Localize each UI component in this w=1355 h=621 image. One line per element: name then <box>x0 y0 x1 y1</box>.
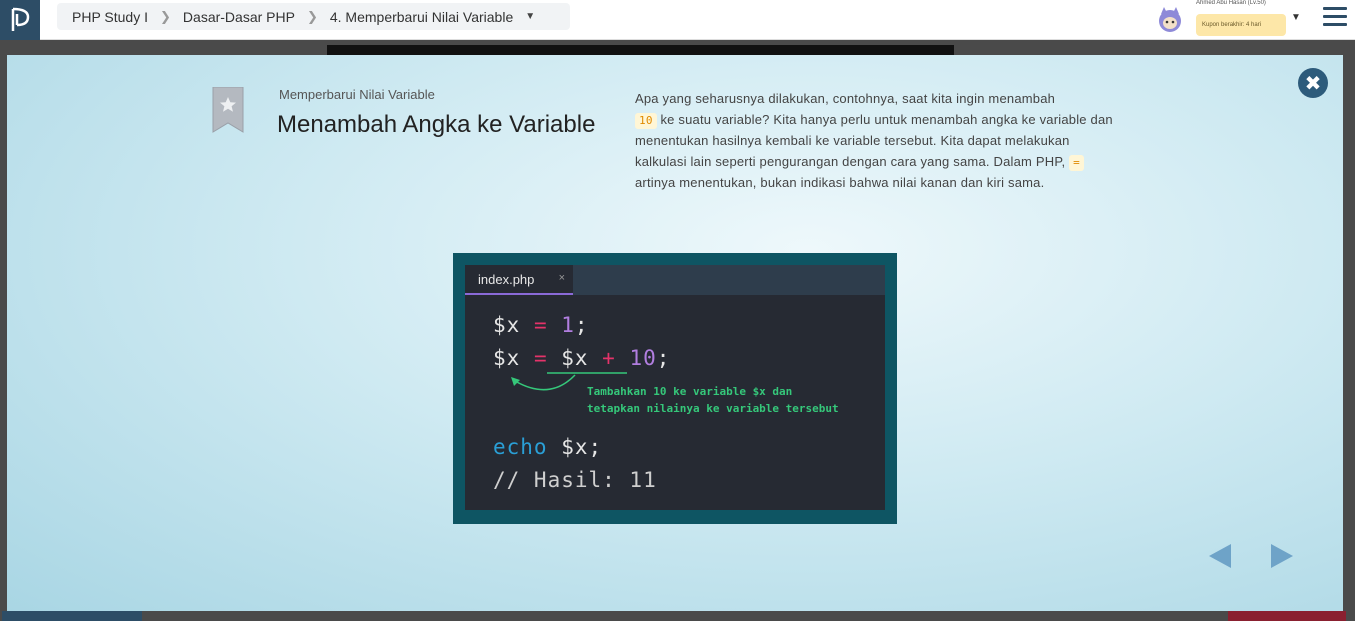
bookmark-star-icon <box>212 87 244 133</box>
arrow-right-icon[interactable] <box>1269 543 1295 569</box>
code-chip: 10 <box>635 113 657 129</box>
chevron-right-icon: ❯ <box>306 8 318 24</box>
breadcrumb-course[interactable]: PHP Study I <box>72 9 148 25</box>
code-num: 1 <box>561 313 575 337</box>
background-panel-left <box>2 611 142 621</box>
user-name: Ahmed Abu Hasan (Lv.50) <box>1196 0 1266 6</box>
code-var: $x <box>561 346 589 370</box>
code-figure: index.php × $x = 1; $x = $x + 10; Tambah… <box>453 253 897 524</box>
code-chip: = <box>1069 155 1084 171</box>
code-end: ; <box>574 313 589 337</box>
annotation-line-2: tetapkan nilainya ke variable tersebut <box>587 402 839 415</box>
avatar-icon[interactable] <box>1155 5 1185 35</box>
breadcrumb-chapter[interactable]: Dasar-Dasar PHP <box>183 9 295 25</box>
code-keyword: echo <box>493 435 548 459</box>
editor-tab-bar: index.php × <box>465 265 885 295</box>
arrow-left-icon[interactable] <box>1207 543 1233 569</box>
code-op: + <box>588 346 630 370</box>
background-video-area <box>327 45 954 55</box>
code-end: ; <box>656 346 671 370</box>
code-line-1: $x = 1; <box>493 313 589 337</box>
desc-text: ke suatu variable? Kita hanya perlu untu… <box>635 112 1113 169</box>
code-annotation: Tambahkan 10 ke variable $x dan tetapkan… <box>587 383 839 417</box>
background-panel-right <box>1228 611 1346 621</box>
code-rest: $x; <box>547 435 603 459</box>
editor-tab: index.php × <box>465 265 573 295</box>
tab-label: index.php <box>478 271 535 287</box>
code-var: $x <box>493 346 521 370</box>
close-icon[interactable]: ✖ <box>1298 68 1328 98</box>
code-line-4: // Hasil: 11 <box>493 468 657 492</box>
code-line-3: echo $x; <box>493 435 602 459</box>
hamburger-menu-icon[interactable] <box>1323 7 1347 27</box>
caret-down-icon[interactable]: ▼ <box>525 11 535 22</box>
code-op: = <box>520 346 562 370</box>
coupon-badge: Kupon berakhir: 4 hari <box>1196 14 1286 36</box>
top-bar: PHP Study I ❯ Dasar-Dasar PHP ❯ 4. Mempe… <box>0 0 1355 40</box>
annotation-line-1: Tambahkan 10 ke variable $x dan <box>587 385 793 398</box>
code-op: = <box>520 313 562 337</box>
code-editor: index.php × $x = 1; $x = $x + 10; Tambah… <box>465 265 885 510</box>
user-menu[interactable]: Ahmed Abu Hasan (Lv.50) Kupon berakhir: … <box>1155 0 1305 40</box>
desc-text: artinya menentukan, bukan indikasi bahwa… <box>635 175 1045 190</box>
code-line-2: $x = $x + 10; <box>493 346 670 370</box>
code-num: 10 <box>629 346 657 370</box>
breadcrumb: PHP Study I ❯ Dasar-Dasar PHP ❯ 4. Mempe… <box>57 3 570 30</box>
desc-text: Apa yang seharusnya dilakukan, contohnya… <box>635 91 1056 106</box>
logo-icon[interactable] <box>0 0 40 40</box>
breadcrumb-lesson[interactable]: 4. Memperbarui Nilai Variable <box>330 9 513 25</box>
code-var: $x <box>493 313 521 337</box>
chevron-right-icon: ❯ <box>160 8 171 24</box>
tab-close-icon: × <box>558 272 565 284</box>
slide-subtitle: Memperbarui Nilai Variable <box>279 87 435 102</box>
caret-down-icon[interactable]: ▼ <box>1291 12 1301 23</box>
slide-description: Apa yang seharusnya dilakukan, contohnya… <box>635 88 1115 193</box>
slide-title: Menambah Angka ke Variable <box>277 111 596 138</box>
lesson-slide-modal: ✖ Memperbarui Nilai Variable Menambah An… <box>7 55 1343 611</box>
